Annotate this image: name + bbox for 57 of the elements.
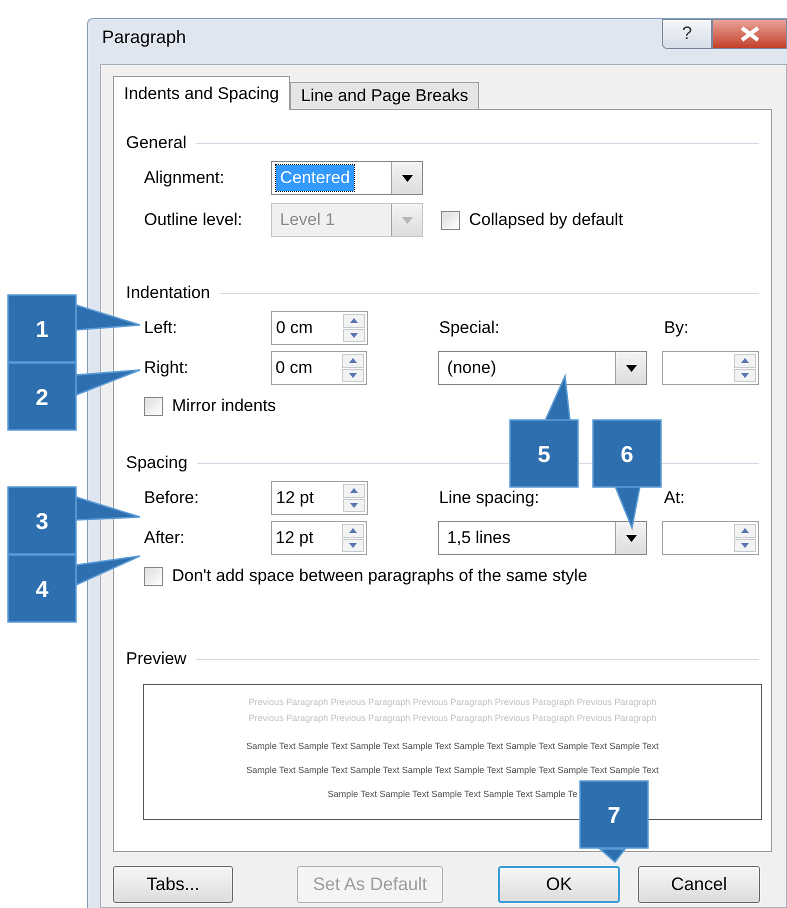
tab[interactable]: Indents and Spacing [113,76,290,110]
dialog-button[interactable]: Cancel [638,866,760,903]
spin-down-icon[interactable] [348,542,358,549]
section-heading: Preview [126,648,186,670]
preview-sample-text: Sample Text Sample Text Sample Text Sample Text Sample Te [326,788,578,801]
spin-down-icon[interactable] [740,542,750,549]
spin-field[interactable] [662,351,759,385]
spin-down-icon[interactable] [740,372,750,379]
section-heading: General [126,132,186,154]
checkbox[interactable] [441,210,460,230]
field-label: Line spacing: [439,487,540,510]
field-label: Alignment: [144,167,226,190]
dropdown-arrow-icon [626,534,637,542]
field-label: Special: [439,317,500,340]
checkbox-label: Mirror indents [172,395,276,418]
dropdown-field[interactable]: 1,5 lines [438,521,648,555]
close-button[interactable] [712,18,787,48]
spin-field[interactable]: 0 cm [270,351,368,385]
dropdown-arrow-icon [402,216,412,224]
spin-up-icon[interactable] [349,317,359,324]
spin-field[interactable]: 12 pt [270,521,368,555]
field-label: Outline level: [144,209,244,232]
checkbox-label: Collapsed by default [469,209,624,232]
dropdown-arrow-icon [402,174,412,182]
dropdown-arrow-icon [626,364,637,372]
tab[interactable]: Line and Page Breaks [290,82,480,109]
field-label: Right: [144,357,190,380]
preview-sample-text: Sample Text Sample Text Sample Text Sample Text Sample Text Sample Text Sample Text Sample Text [245,764,660,777]
checkbox[interactable] [144,566,163,586]
spin-down-icon[interactable] [348,372,358,379]
spin-up-icon[interactable] [740,357,750,364]
spin-field[interactable]: 12 pt [271,481,368,515]
field-label: By: [664,317,690,340]
preview-previous-text: Previous Paragraph Previous Paragraph Previous Paragraph Previous Paragraph Previous Paragraph [248,712,658,725]
spin-down-icon[interactable] [349,502,359,509]
spin-up-icon[interactable] [348,527,358,534]
spin-up-icon[interactable] [348,357,358,364]
field-label: At: [664,487,686,510]
close-icon [738,26,760,42]
spin-field[interactable] [662,521,759,555]
spin-up-icon[interactable] [349,487,359,494]
field-label: Left: [144,317,178,340]
dialog-button[interactable]: Tabs... [113,866,233,903]
field-label: Before: [144,487,200,510]
checkbox[interactable] [144,396,163,416]
spin-down-icon[interactable] [349,332,359,339]
spin-up-icon[interactable] [740,527,750,534]
checkbox-label: Don't add space between paragraphs of the same style [172,565,588,588]
field-label: After: [144,527,186,550]
window-title: Paragraph [102,26,186,49]
dropdown-field[interactable]: (none) [438,351,648,385]
preview-previous-text: Previous Paragraph Previous Paragraph Previous Paragraph Previous Paragraph Previous Paragraph [248,696,658,709]
help-button[interactable]: ? [662,18,712,48]
spin-field[interactable]: 0 cm [271,311,368,345]
preview-sample-text: Sample Text Sample Text Sample Text Sample Text Sample Text Sample Text Sample Text Sample Text [245,740,660,753]
dialog-button[interactable]: OK [498,866,620,903]
section-heading: Spacing [126,452,188,474]
